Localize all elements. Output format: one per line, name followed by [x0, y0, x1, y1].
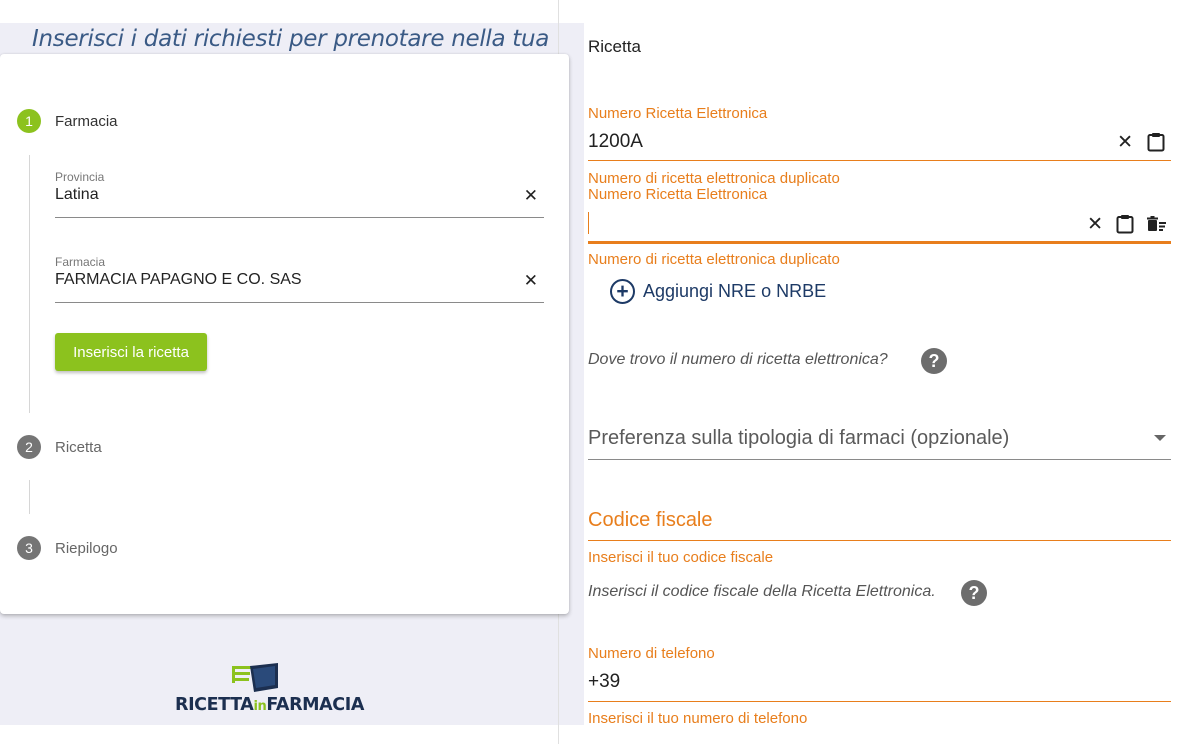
provincia-field[interactable]: Provincia Latina ✕ — [55, 170, 544, 218]
step-connector-2 — [29, 480, 30, 514]
nre-2-field[interactable]: ✕ — [588, 210, 1171, 246]
codice-fiscale-hint: Inserisci il tuo codice fiscale — [588, 549, 774, 566]
step-number-2: 2 — [17, 435, 41, 459]
step-number-1: 1 — [17, 109, 41, 133]
provincia-value[interactable]: Latina — [55, 186, 99, 204]
telefono-underline — [588, 701, 1171, 702]
codice-fiscale-help-text: Inserisci il codice fiscale della Ricett… — [588, 583, 936, 600]
clipboard-icon[interactable] — [1147, 132, 1165, 152]
codice-fiscale-input[interactable]: Codice fiscale — [588, 503, 1171, 541]
help-circle-icon[interactable]: ? — [961, 580, 987, 606]
step-riepilogo[interactable]: 3 Riepilogo — [17, 536, 118, 560]
nre-2-underline — [588, 241, 1171, 244]
add-nre-label: Aggiungi NRE o NRBE — [643, 281, 827, 301]
step-label-ricetta: Ricetta — [55, 438, 102, 456]
text-cursor — [588, 212, 589, 234]
step-number-3: 3 — [17, 536, 41, 560]
telefono-hint: Inserisci il tuo numero di telefono — [588, 710, 808, 727]
step-ricetta[interactable]: 2 Ricetta — [17, 435, 102, 459]
ricetta-in-farmacia-logo: RICETTAinFARMACIA — [175, 663, 390, 718]
nre-1-error: Numero di ricetta elettronica duplicato — [588, 170, 840, 187]
close-icon[interactable]: ✕ — [524, 272, 538, 289]
step-label-farmacia: Farmacia — [55, 112, 118, 130]
farmacia-value[interactable]: FARMACIA PAPAGNO E CO. SAS — [55, 271, 302, 289]
delete-sweep-icon[interactable] — [1147, 216, 1167, 232]
step-farmacia[interactable]: 1 Farmacia — [17, 109, 118, 133]
nre-1-field[interactable]: 1200A ✕ — [588, 128, 1171, 162]
close-icon[interactable]: ✕ — [524, 187, 538, 204]
caret-down-icon[interactable] — [1154, 435, 1166, 441]
telefono-field[interactable]: +39 — [588, 668, 1171, 702]
drug-preference-select[interactable]: Preferenza sulla tipologia di farmaci (o… — [588, 420, 1171, 460]
nre-2-error: Numero di ricetta elettronica duplicato — [588, 251, 840, 268]
insert-prescription-button[interactable]: Inserisci la ricetta — [55, 333, 207, 371]
intro-text: Inserisci i dati richiesti per prenotare… — [32, 26, 550, 52]
nre-1-value[interactable]: 1200A — [588, 131, 643, 153]
farmacia-field[interactable]: Farmacia FARMACIA PAPAGNO E CO. SAS ✕ — [55, 255, 544, 303]
farmacia-label: Farmacia — [55, 255, 106, 269]
add-nre-button[interactable]: + Aggiungi NRE o NRBE — [610, 279, 826, 304]
logo-text: RICETTAinFARMACIA — [175, 695, 364, 715]
ricetta-section-title: Ricetta — [588, 37, 641, 56]
nre-help-text: Dove trovo il numero di ricetta elettron… — [588, 351, 888, 368]
nre-2-label: Numero Ricetta Elettronica — [588, 186, 768, 203]
nre-1-label: Numero Ricetta Elettronica — [588, 105, 768, 122]
help-circle-icon[interactable]: ? — [921, 348, 947, 374]
close-icon[interactable]: ✕ — [1087, 215, 1103, 234]
clipboard-icon[interactable] — [1116, 214, 1134, 234]
plus-circle-icon: + — [610, 279, 635, 304]
close-icon[interactable]: ✕ — [1117, 133, 1133, 152]
nre-1-underline — [588, 160, 1171, 161]
step-connector-1 — [29, 155, 30, 413]
provincia-label: Provincia — [55, 170, 105, 184]
telefono-label: Numero di telefono — [588, 645, 715, 662]
step-label-riepilogo: Riepilogo — [55, 539, 118, 557]
codice-fiscale-placeholder: Codice fiscale — [588, 509, 713, 531]
telefono-value[interactable]: +39 — [588, 671, 620, 693]
drug-preference-placeholder: Preferenza sulla tipologia di farmaci (o… — [588, 427, 1010, 449]
